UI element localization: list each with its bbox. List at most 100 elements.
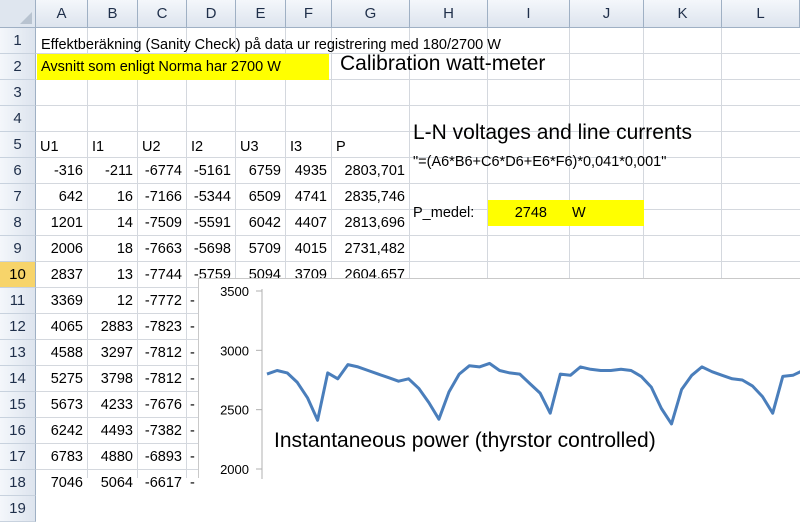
- data-cell[interactable]: 2883: [88, 314, 133, 340]
- data-cell[interactable]: 2006: [36, 236, 83, 262]
- data-cell[interactable]: 4880: [88, 444, 133, 470]
- data-cell[interactable]: -7744: [138, 262, 182, 288]
- column-header-g[interactable]: G: [332, 0, 410, 28]
- column-header-i[interactable]: I: [488, 0, 570, 28]
- header-cell-p[interactable]: P: [336, 134, 346, 160]
- data-cell[interactable]: 2835,746: [332, 184, 405, 210]
- row-header-2[interactable]: 2: [0, 54, 36, 80]
- column-header-e[interactable]: E: [236, 0, 286, 28]
- data-cell[interactable]: 4588: [36, 340, 83, 366]
- data-cell[interactable]: 4493: [88, 418, 133, 444]
- data-cell[interactable]: 3369: [36, 288, 83, 314]
- data-cell[interactable]: 6242: [36, 418, 83, 444]
- pmedel-label[interactable]: P_medel:: [413, 200, 474, 226]
- column-header-a[interactable]: A: [36, 0, 88, 28]
- data-cell[interactable]: 6783: [36, 444, 83, 470]
- data-cell[interactable]: -6617: [138, 470, 182, 496]
- data-cell[interactable]: 16: [88, 184, 133, 210]
- data-cell[interactable]: 6759: [236, 158, 281, 184]
- row-header-1[interactable]: 1: [0, 28, 36, 54]
- data-cell[interactable]: 4233: [88, 392, 133, 418]
- data-cell[interactable]: -: [190, 418, 195, 444]
- pmedel-value[interactable]: 2748: [488, 200, 570, 226]
- row-header-10[interactable]: 10: [0, 262, 36, 288]
- row-header-13[interactable]: 13: [0, 340, 36, 366]
- select-all-corner[interactable]: [0, 0, 36, 28]
- data-cell[interactable]: -7509: [138, 210, 182, 236]
- row-header-4[interactable]: 4: [0, 106, 36, 132]
- header-cell-u1[interactable]: U1: [40, 134, 59, 160]
- data-cell[interactable]: -7823: [138, 314, 182, 340]
- data-cell[interactable]: 1201: [36, 210, 83, 236]
- header-cell-i3[interactable]: I3: [290, 134, 302, 160]
- data-cell[interactable]: -: [190, 340, 195, 366]
- data-cell[interactable]: 12: [88, 288, 133, 314]
- row-header-9[interactable]: 9: [0, 236, 36, 262]
- data-cell[interactable]: 2837: [36, 262, 83, 288]
- column-header-c[interactable]: C: [138, 0, 187, 28]
- calibration-label[interactable]: Calibration watt-meter: [340, 51, 545, 77]
- data-cell[interactable]: -7772: [138, 288, 182, 314]
- row-header-11[interactable]: 11: [0, 288, 36, 314]
- data-cell[interactable]: -6774: [138, 158, 182, 184]
- data-cell[interactable]: 4065: [36, 314, 83, 340]
- column-header-h[interactable]: H: [410, 0, 488, 28]
- column-header-l[interactable]: L: [722, 0, 800, 28]
- data-cell[interactable]: -316: [36, 158, 83, 184]
- data-cell[interactable]: -5698: [187, 236, 231, 262]
- data-cell[interactable]: 7046: [36, 470, 83, 496]
- data-cell[interactable]: 3798: [88, 366, 133, 392]
- header-cell-u3[interactable]: U3: [240, 134, 259, 160]
- data-cell[interactable]: -7663: [138, 236, 182, 262]
- data-cell[interactable]: 6042: [236, 210, 281, 236]
- data-cell[interactable]: -5344: [187, 184, 231, 210]
- data-cell[interactable]: 5064: [88, 470, 133, 496]
- data-cell[interactable]: 4935: [286, 158, 327, 184]
- data-cell[interactable]: 18: [88, 236, 133, 262]
- column-header-f[interactable]: F: [286, 0, 332, 28]
- row-header-15[interactable]: 15: [0, 392, 36, 418]
- data-cell[interactable]: 4407: [286, 210, 327, 236]
- row-header-8[interactable]: 8: [0, 210, 36, 236]
- data-cell[interactable]: -7166: [138, 184, 182, 210]
- data-cell[interactable]: 5709: [236, 236, 281, 262]
- data-cell[interactable]: 2803,701: [332, 158, 405, 184]
- row-header-18[interactable]: 18: [0, 470, 36, 496]
- row-header-7[interactable]: 7: [0, 184, 36, 210]
- formula-text[interactable]: "=(A6*B6+C6*D6+E6*F6)*0,041*0,001": [413, 149, 666, 175]
- data-cell[interactable]: 5673: [36, 392, 83, 418]
- data-cell[interactable]: -7812: [138, 340, 182, 366]
- row2-highlighted-cell[interactable]: Avsnitt som enligt Norma har 2700 W: [37, 54, 329, 80]
- row-header-19[interactable]: 19: [0, 496, 36, 522]
- column-header-b[interactable]: B: [88, 0, 138, 28]
- data-cell[interactable]: -: [190, 392, 195, 418]
- row-header-5[interactable]: 5: [0, 132, 36, 158]
- data-cell[interactable]: 4015: [286, 236, 327, 262]
- data-cell[interactable]: 13: [88, 262, 133, 288]
- data-cell[interactable]: 6509: [236, 184, 281, 210]
- data-cell[interactable]: 5275: [36, 366, 83, 392]
- header-cell-i2[interactable]: I2: [191, 134, 203, 160]
- pmedel-unit[interactable]: W: [570, 200, 644, 226]
- data-cell[interactable]: -: [190, 444, 195, 470]
- data-cell[interactable]: -7676: [138, 392, 182, 418]
- column-header-j[interactable]: J: [570, 0, 644, 28]
- row-header-16[interactable]: 16: [0, 418, 36, 444]
- data-cell[interactable]: 3297: [88, 340, 133, 366]
- data-cell[interactable]: -211: [88, 158, 133, 184]
- header-cell-u2[interactable]: U2: [142, 134, 161, 160]
- data-cell[interactable]: -5591: [187, 210, 231, 236]
- data-cell[interactable]: -7382: [138, 418, 182, 444]
- row-header-17[interactable]: 17: [0, 444, 36, 470]
- column-header-k[interactable]: K: [644, 0, 722, 28]
- data-cell[interactable]: -5161: [187, 158, 231, 184]
- data-cell[interactable]: 2813,696: [332, 210, 405, 236]
- row-header-6[interactable]: 6: [0, 158, 36, 184]
- data-cell[interactable]: -: [190, 366, 195, 392]
- row-header-12[interactable]: 12: [0, 314, 36, 340]
- data-cell[interactable]: 14: [88, 210, 133, 236]
- header-cell-i1[interactable]: I1: [92, 134, 104, 160]
- power-chart[interactable]: 3500 3000 2500 2000 Instantaneous power (th…: [198, 278, 800, 479]
- row-header-14[interactable]: 14: [0, 366, 36, 392]
- row-header-3[interactable]: 3: [0, 80, 36, 106]
